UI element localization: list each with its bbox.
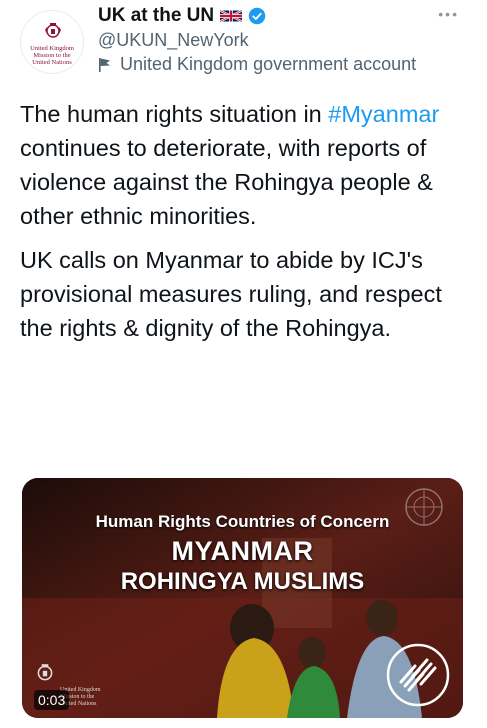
tweet-text-part: The human rights situation in [20,101,329,127]
government-flag-icon [99,57,110,72]
royal-crest-icon [45,23,61,38]
account-label: United Kingdom government account [98,54,416,75]
name-row: UK at the UN [98,4,266,28]
tweet-header: United Kingdom Mission to the United Nat… [0,0,487,90]
video-player[interactable]: Human Rights Countries of Concern MYANMA… [22,478,463,718]
more-options-icon[interactable]: ••• [438,6,459,22]
tweet-text: The human rights situation in #Myanmar c… [20,97,470,355]
avatar[interactable]: United Kingdom Mission to the United Nat… [20,10,84,74]
tweet-paragraph-2: UK calls on Myanmar to abide by ICJ's pr… [20,247,442,341]
royal-crest-icon [37,664,53,681]
union-jack-flag-icon [220,9,243,23]
tweet-text-part: continues to deteriorate, with reports o… [20,135,433,229]
video-title-line-2: MYANMAR [171,536,314,566]
tweet-paragraph-1: The human rights situation in #Myanmar c… [20,97,470,233]
verified-badge-icon [248,7,266,25]
video-duration: 0:03 [34,690,70,710]
video-title-line-3: ROHINGYA MUSLIMS [120,568,365,595]
hashtag-link[interactable]: #Myanmar [328,101,439,127]
human-rights-hands-icon [386,643,450,707]
video-title-line-1: Human Rights Countries of Concern [95,512,390,531]
account-label-text: United Kingdom government account [120,54,417,74]
avatar-org-text: United Kingdom Mission to the United Nat… [30,45,74,66]
display-name[interactable]: UK at the UN [98,5,214,27]
handle[interactable]: @UKUN_NewYork [98,30,249,51]
